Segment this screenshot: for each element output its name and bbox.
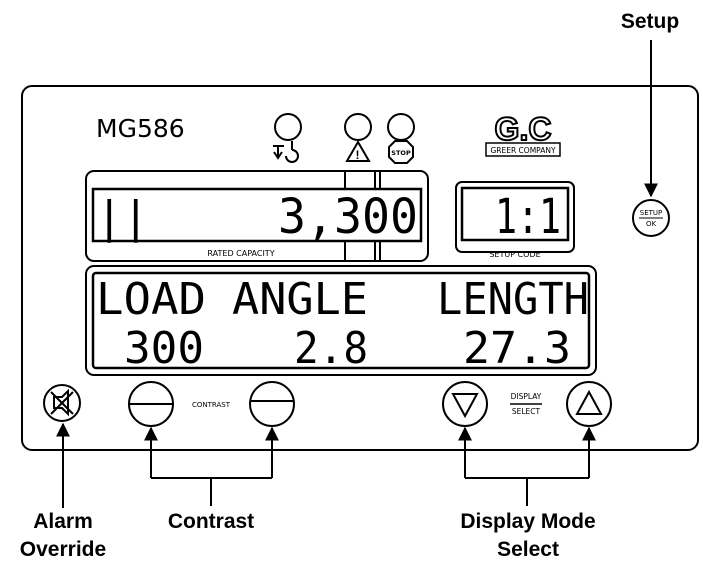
logo-letters: G.C [495,111,552,147]
alarm-override-button[interactable] [43,384,81,422]
setup-code-value: 1:1 [495,189,561,245]
rated-capacity-display: || 3,300 RATED CAPACITY [85,170,429,262]
stop-label: STOP [391,149,411,157]
stop-indicator: STOP [387,113,415,164]
contrast-callout-bracket [144,426,279,506]
display-select-up-button[interactable] [566,381,612,427]
display-select-top: DISPLAY [511,392,542,401]
logo-company: GREER COMPANY [490,146,555,155]
setup-callout: Setup [621,10,679,33]
rated-capacity-label: RATED CAPACITY [207,249,274,258]
display-select-bottom: SELECT [512,407,541,416]
main-data-display: LOAD ANGLE LENGTH 300 2.8 27.3 [85,265,597,376]
setup-button-top: SETUP [640,209,663,217]
contrast-callout: Contrast [168,510,254,533]
display-mode-callout-line1: Display Mode [460,510,595,533]
load-value: 300 [124,323,204,374]
hook-indicator [273,113,302,163]
setup-button-bottom: OK [646,220,657,228]
setup-code-label: SETUP CODE [489,250,540,259]
display-select-down-button[interactable] [442,381,488,427]
display-mode-callout-line2: Select [497,538,559,561]
rated-capacity-value: 3,300 [278,189,418,245]
load-header: LOAD [96,274,206,325]
angle-value: 2.8 [294,323,368,374]
contrast-decrease-button[interactable] [128,381,174,427]
warning-indicator: ! [344,113,372,162]
alarm-callout-line2: Override [20,538,106,561]
warning-glyph: ! [356,148,360,162]
setup-code-display: 1:1 SETUP CODE [455,181,575,259]
greer-company-logo: G.C GREER COMPANY [485,110,561,157]
display-mode-callout-bracket [458,426,596,506]
contrast-increase-button[interactable] [249,381,295,427]
angle-header: ANGLE [232,274,368,325]
length-header: LENGTH [437,274,589,325]
length-value: 27.3 [463,323,571,374]
hook-icon [273,141,299,163]
model-name: MG586 [96,114,185,143]
alarm-callout-line1: Alarm [33,510,93,533]
setup-ok-button[interactable]: SETUP OK [632,199,670,237]
contrast-label: CONTRAST [192,401,231,409]
controller-panel-diagram: MG586 ! STOP G.C GREER COMPANY || 3,300 … [20,10,699,561]
bar-graph-glyph: || [96,192,149,243]
display-select-label: DISPLAY SELECT [510,392,542,416]
